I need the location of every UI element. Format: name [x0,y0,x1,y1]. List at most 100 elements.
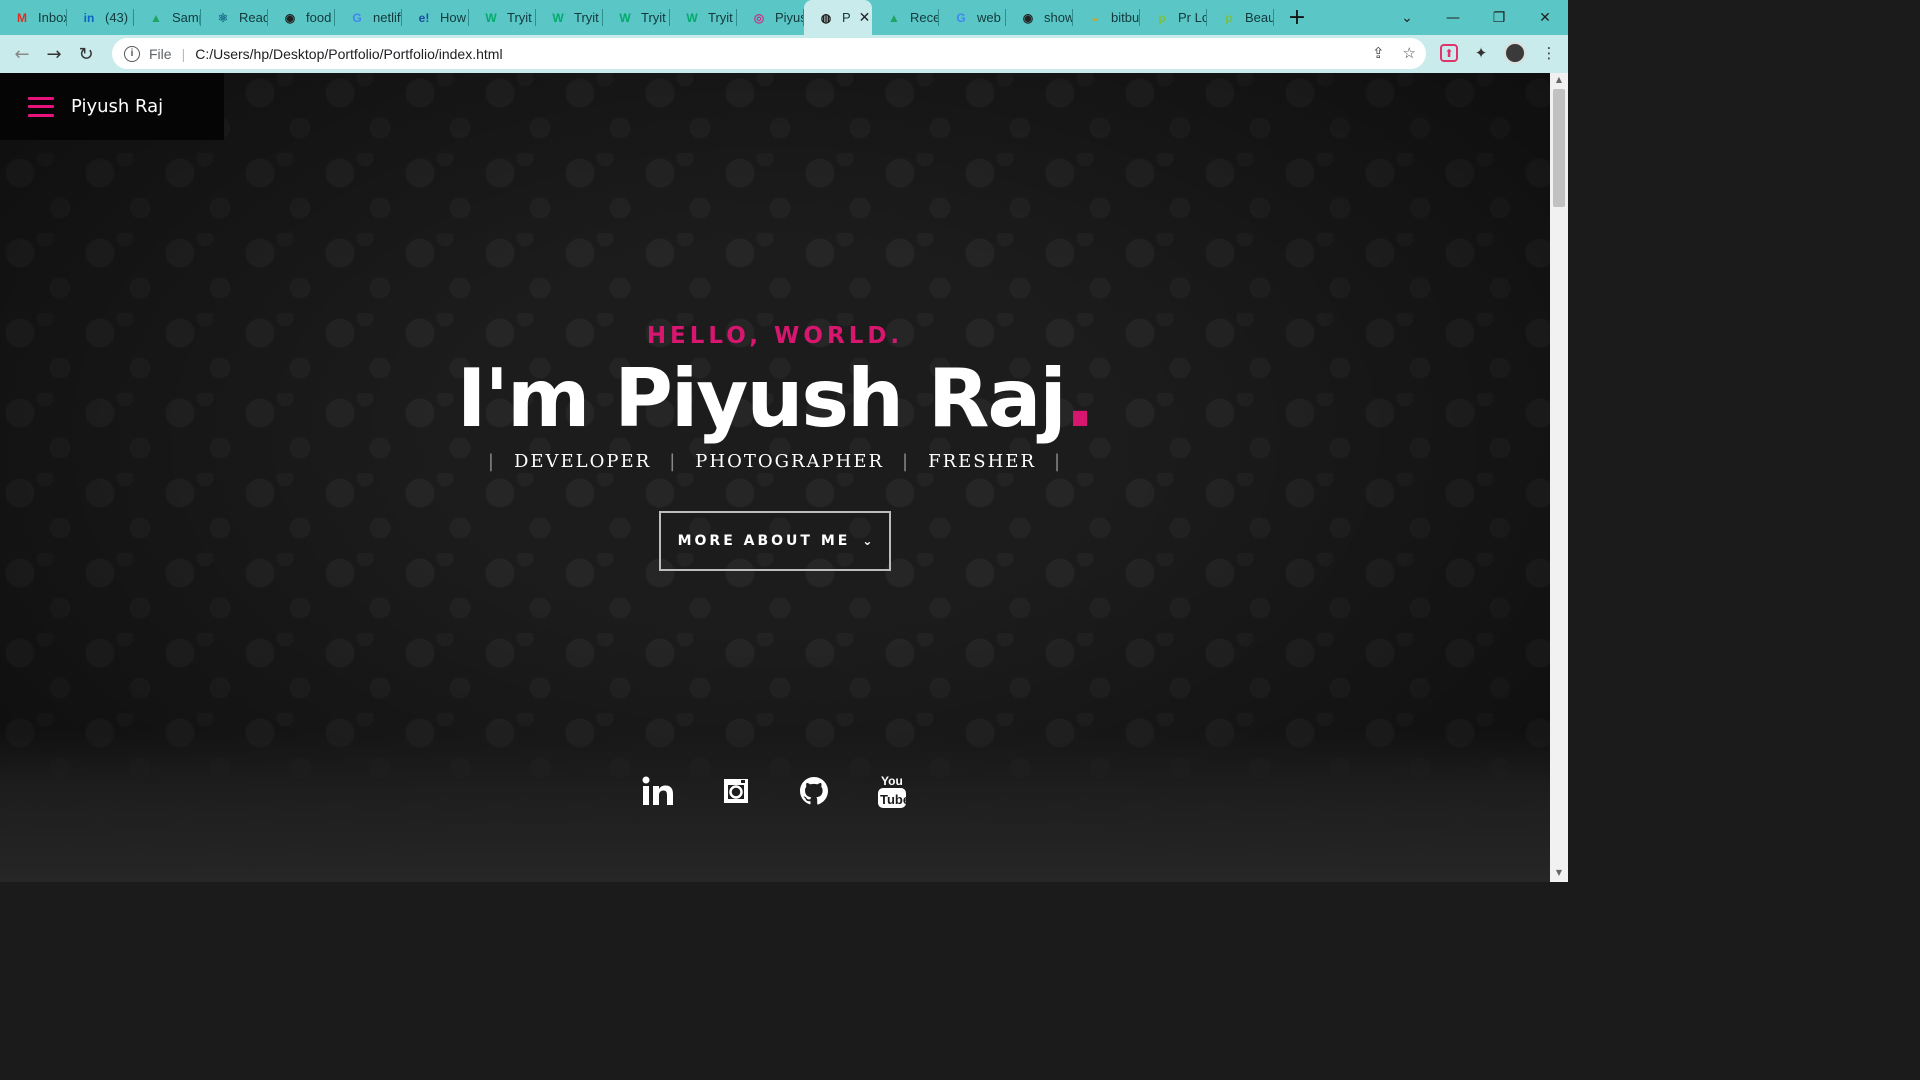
globe-icon: ◉ [1022,10,1034,25]
role-developer: DEVELOPER [513,451,652,472]
tab-title: (43) I [105,10,134,25]
p-icon: p [1225,10,1233,25]
browser-tab[interactable]: ◉ food [268,0,335,35]
portfolio-icon: ◍ [820,10,832,25]
browser-tab[interactable]: ▲ Rece [872,0,939,35]
instagram-icon[interactable] [719,772,753,810]
browser-tab[interactable]: W Tryit [469,0,536,35]
hero-section: HELLO, WORLD. I'm Piyush Raj. | DEVELOPE… [0,323,1550,571]
extension-icon[interactable]: ⬆ [1440,44,1458,62]
close-window-icon[interactable]: ✕ [1522,10,1568,26]
browser-tab[interactable]: p Beau [1207,0,1274,35]
tab-title: bitbu [1111,10,1140,25]
browser-tab[interactable]: p Pr Lo [1140,0,1207,35]
browser-tab[interactable]: ⚛ React [201,0,268,35]
new-tab-button[interactable]: + [1282,3,1312,33]
globe-icon: ◉ [284,10,296,25]
scroll-up-icon[interactable]: ▲ [1550,75,1568,89]
tab-title: How [440,10,467,25]
profile-avatar[interactable] [1504,42,1526,64]
browser-tab[interactable]: e! How [402,0,469,35]
role-separator: | [1054,451,1063,472]
chevron-down-icon: ⌄ [862,534,873,548]
restore-icon[interactable]: ❐ [1476,10,1522,26]
drive-icon: ▲ [888,10,900,25]
tab-title: web [977,10,1001,25]
role-separator: | [902,451,911,472]
hamburger-menu-icon[interactable] [28,96,54,117]
window-controls: ⌄ — ❐ ✕ [1384,0,1568,35]
hero-greeting: HELLO, WORLD. [646,323,904,349]
google-icon: G [956,10,966,25]
linkedin-icon: in [83,10,95,25]
instagram-icon: ◎ [753,10,765,25]
site-info-icon[interactable]: i [124,45,140,62]
w3schools-icon: W [485,10,497,25]
tab-list: M Inbox in (43) I ▲ Sampl ⚛ React◉foodGnetlifye… [0,0,1274,35]
w3schools-icon: W [619,10,631,25]
back-icon[interactable]: ← [6,38,38,70]
scrollbar-thumb[interactable] [1553,89,1565,207]
menu-kebab-icon[interactable]: ⋮ [1538,39,1560,67]
github-icon[interactable] [797,772,831,810]
tab-title: Inbox [38,10,67,25]
social-links: You Tube [0,772,1550,810]
hero-title: I'm Piyush Raj. [0,351,1550,447]
youtube-icon[interactable]: You Tube [875,772,909,810]
tab-title: Piyus [775,10,804,25]
page-scrollbar[interactable]: ▲ ▼ [1550,73,1568,882]
more-about-me-button[interactable]: MORE ABOUT ME ⌄ [659,511,891,571]
close-tab-icon[interactable]: ✕ [859,9,871,26]
reload-icon[interactable]: ↻ [70,38,102,70]
page-viewport: Piyush Raj HELLO, WORLD. I'm Piyush Raj.… [0,73,1550,882]
google-icon: G [352,10,362,25]
tab-title: Sampl [172,10,201,25]
browser-tab[interactable]: ◒ bitbu [1073,0,1140,35]
scroll-down-icon[interactable]: ▼ [1550,868,1568,882]
tab-title: Tryit [708,10,733,25]
share-icon[interactable]: ⇪ [1372,44,1385,62]
role-photographer: PHOTOGRAPHER [695,451,885,472]
browser-tab[interactable]: ◍ P ✕ [804,0,872,35]
react-icon: ⚛ [217,10,229,25]
minimize-icon[interactable]: — [1430,10,1476,26]
forward-icon[interactable]: → [38,38,70,70]
tab-strip: M Inbox in (43) I ▲ Sampl ⚛ React◉foodGnetlifye… [0,0,1568,35]
tab-title: show [1044,10,1073,25]
gmail-icon: M [17,10,27,25]
browser-tab[interactable]: Gnetlify [335,0,402,35]
linkedin-icon[interactable] [641,772,675,810]
tab-title: Pr Lo [1178,10,1207,25]
extensions-puzzle-icon[interactable]: ✦ [1470,39,1492,67]
tab-title: P [842,10,851,25]
tab-title: Beau [1245,10,1274,25]
browser-tab[interactable]: Gweb [939,0,1006,35]
hero-roles: | DEVELOPER | PHOTOGRAPHER | FRESHER | [0,451,1550,472]
browser-tab[interactable]: W Tryit [536,0,603,35]
browser-toolbar: ← → ↻ i File | C:/Users/hp/Desktop/Portf… [0,35,1568,73]
url-text[interactable]: C:/Users/hp/Desktop/Portfolio/Portfolio/… [195,46,502,62]
role-separator: | [487,451,496,472]
more-about-me-label: MORE ABOUT ME [677,533,851,549]
url-scheme: File [149,45,172,62]
tab-separator [1273,9,1274,26]
drive-icon: ▲ [150,10,162,25]
role-separator: | [669,451,678,472]
site-brand[interactable]: Piyush Raj [71,96,163,117]
browser-tab[interactable]: in (43) I [67,0,134,35]
tab-search-icon[interactable]: ⌄ [1384,10,1430,26]
bookmark-star-icon[interactable]: ☆ [1403,44,1416,62]
browser-tab[interactable]: M Inbox [0,0,67,35]
url-divider: | [181,45,186,62]
w3schools-icon: W [552,10,564,25]
browser-tab[interactable]: ◉ show [1006,0,1073,35]
browser-tab[interactable]: ◎ Piyus [737,0,804,35]
tab-title: React [239,10,268,25]
address-bar[interactable]: i File | C:/Users/hp/Desktop/Portfolio/P… [112,38,1426,69]
browser-tab[interactable]: W Tryit [670,0,737,35]
bitbucket-icon: ◒ [1091,10,1099,25]
browser-tab[interactable]: ▲ Sampl [134,0,201,35]
site-header: Piyush Raj [0,73,224,140]
svg-text:You: You [881,774,903,788]
browser-tab[interactable]: W Tryit [603,0,670,35]
